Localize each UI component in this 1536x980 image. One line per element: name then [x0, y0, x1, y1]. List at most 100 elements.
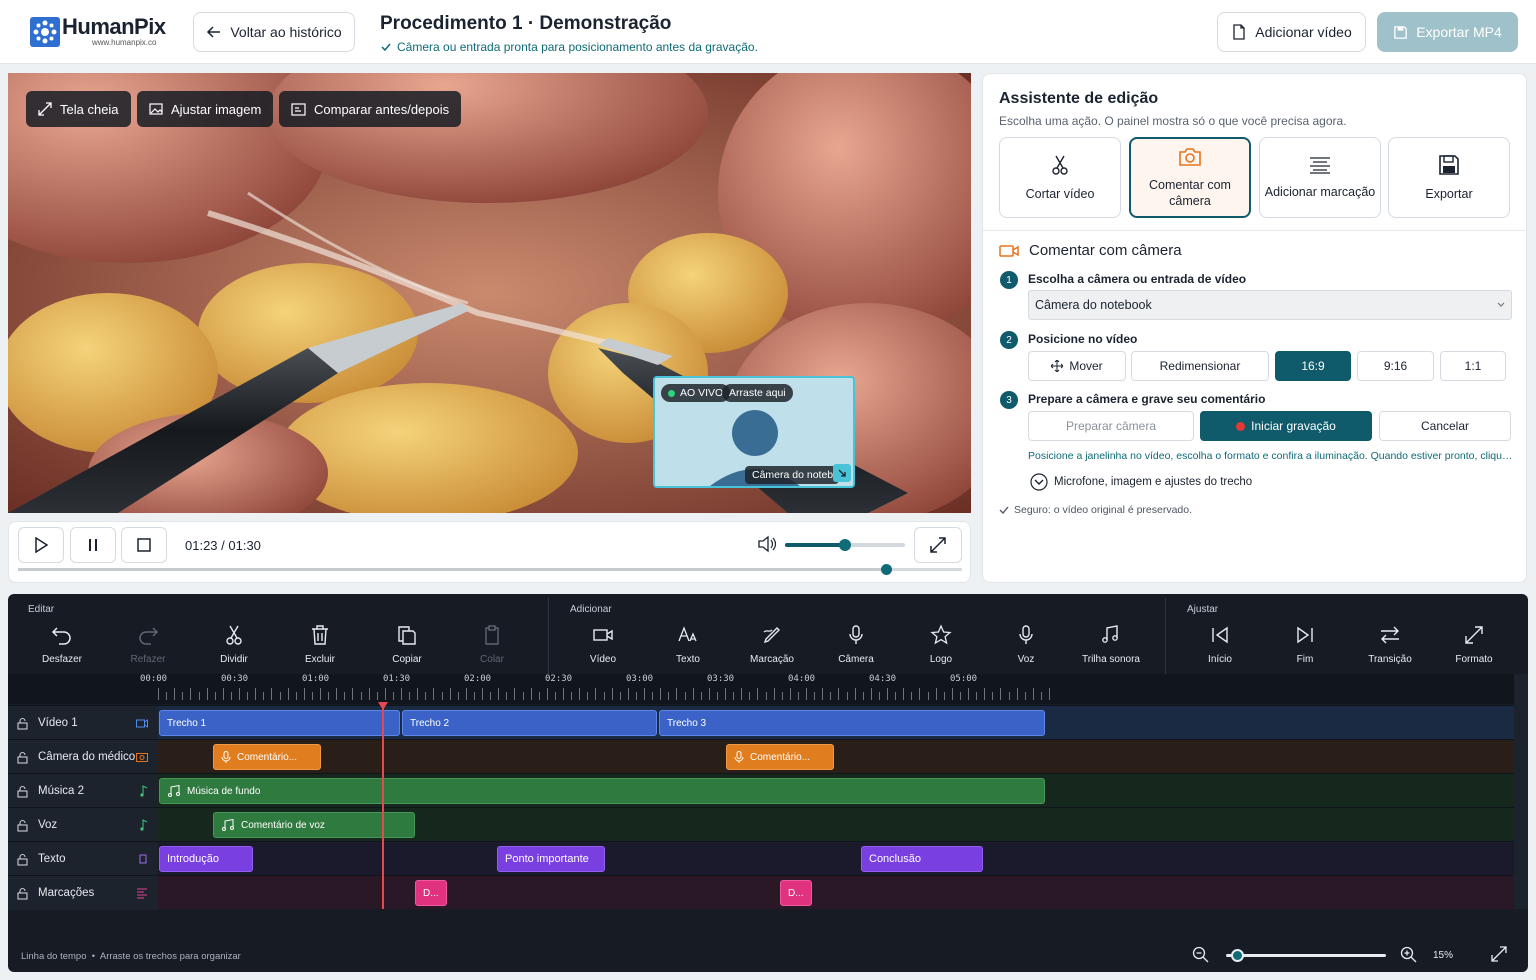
card-export[interactable]: Exportar — [1388, 137, 1510, 218]
play-button[interactable] — [18, 527, 64, 563]
volume-fill — [785, 543, 845, 547]
lock-icon[interactable] — [17, 819, 28, 832]
undo-button[interactable]: Desfazer — [27, 624, 97, 665]
playhead[interactable] — [382, 705, 384, 909]
add-text-tool[interactable]: Texto — [653, 624, 723, 665]
timeline-scrollbar[interactable] — [1514, 674, 1528, 909]
progress-knob[interactable] — [881, 564, 893, 575]
clip-text[interactable]: Introdução — [159, 846, 253, 872]
clip-label: Conclusão — [869, 853, 921, 865]
go-end-tool[interactable]: Fim — [1270, 624, 1340, 665]
stop-button[interactable] — [121, 527, 167, 563]
ruler-tick — [725, 688, 726, 700]
resize-button[interactable]: Redimensionar — [1131, 351, 1269, 381]
step-2-badge: 2 — [1000, 331, 1018, 349]
lock-icon[interactable] — [17, 887, 28, 900]
back-to-history-button[interactable]: Voltar ao histórico — [193, 12, 355, 52]
go-start-tool[interactable]: Início — [1185, 624, 1255, 665]
prepare-camera-button[interactable]: Preparar câmera — [1028, 411, 1194, 441]
card-comment-camera[interactable]: Comentar com câmera — [1129, 137, 1251, 218]
add-logo-tool[interactable]: Logo — [906, 624, 976, 665]
clip-music[interactable]: Música de fundo — [159, 778, 1045, 804]
go-start-tool-label: Início — [1208, 654, 1232, 665]
format-tool[interactable]: Formato — [1439, 624, 1509, 665]
transition-tool[interactable]: Transição — [1355, 624, 1425, 665]
clip-voice[interactable]: Comentário de voz — [213, 812, 415, 838]
ratio-16-9-button[interactable]: 16:9 — [1275, 351, 1351, 381]
zoom-in-icon[interactable] — [1400, 946, 1418, 964]
lock-icon[interactable] — [17, 751, 28, 764]
lock-icon[interactable] — [17, 785, 28, 798]
compare-button[interactable]: Comparar antes/depois — [279, 91, 462, 127]
paste-button[interactable]: Colar — [457, 624, 527, 665]
drag-handle[interactable]: Arraste aqui — [722, 384, 793, 402]
ruler-tick — [700, 692, 702, 700]
camera-pip-window[interactable]: AO VIVO Arraste aqui Câmera do notebook — [653, 376, 855, 488]
clip-video[interactable]: Trecho 2 — [402, 710, 657, 736]
add-video-button[interactable]: Adicionar vídeo — [1217, 12, 1366, 52]
clip-camera-comment[interactable]: Comentário... — [726, 744, 834, 770]
clip-label: Trecho 3 — [667, 717, 707, 729]
split-button[interactable]: Dividir — [199, 624, 269, 665]
progress-bar[interactable] — [18, 564, 962, 575]
timeline-panel: Editar Adicionar Ajustar Desfazer Refaze… — [8, 594, 1528, 972]
volume-icon[interactable] — [757, 535, 777, 553]
clipboard-icon — [485, 625, 499, 645]
video-preview[interactable]: Tela cheia Ajustar imagem Comparar antes… — [8, 73, 971, 513]
add-markup-tool[interactable]: Marcação — [737, 624, 807, 665]
lock-icon[interactable] — [17, 717, 28, 730]
ruler-tick — [239, 688, 240, 700]
ratio-1-1-button[interactable]: 1:1 — [1440, 351, 1506, 381]
check-icon — [999, 506, 1009, 514]
timeline-expand-icon[interactable] — [1491, 946, 1507, 962]
player-fullscreen-button[interactable] — [914, 527, 962, 563]
ruler-tick — [222, 688, 224, 700]
ruler-tick — [247, 692, 249, 700]
ruler-tick — [1008, 692, 1010, 700]
ruler-tick — [174, 688, 176, 700]
ruler-tick — [352, 688, 354, 700]
delete-label: Excluir — [304, 654, 335, 665]
zoom-knob[interactable] — [1231, 949, 1245, 962]
redo-button[interactable]: Refazer — [113, 624, 183, 665]
zoom-slider[interactable] — [1226, 949, 1386, 962]
clip-video[interactable]: Trecho 1 — [159, 710, 400, 736]
clip-video[interactable]: Trecho 3 — [659, 710, 1045, 736]
add-video-tool[interactable]: Vídeo — [568, 624, 638, 665]
add-voice-tool[interactable]: Voz — [991, 624, 1061, 665]
start-recording-button[interactable]: Iniciar gravação — [1200, 411, 1372, 441]
fullscreen-button[interactable]: Tela cheia — [26, 91, 131, 127]
list-lines-icon — [137, 888, 147, 898]
cancel-button[interactable]: Cancelar — [1379, 411, 1511, 441]
add-soundtrack-tool[interactable]: Trilha sonora — [1076, 624, 1146, 665]
delete-button[interactable]: Excluir — [285, 624, 355, 665]
lock-icon[interactable] — [17, 853, 28, 866]
resize-handle-icon[interactable] — [833, 464, 851, 482]
zoom-out-icon[interactable] — [1192, 946, 1210, 964]
ruler-tick — [692, 688, 694, 700]
ratio-9-16-button[interactable]: 9:16 — [1357, 351, 1434, 381]
divider — [983, 230, 1526, 231]
copy-button[interactable]: Copiar — [372, 624, 442, 665]
add-camera-tool[interactable]: Câmera — [821, 624, 891, 665]
clip-camera-comment[interactable]: Comentário... — [213, 744, 321, 770]
panel-subtitle: Escolha uma ação. O painel mostra só o q… — [999, 114, 1347, 128]
pause-button[interactable] — [70, 527, 116, 563]
skip-end-icon — [1297, 626, 1313, 644]
export-mp4-button[interactable]: Exportar MP4 — [1377, 12, 1518, 52]
copy-icon — [398, 626, 416, 645]
clip-text[interactable]: Conclusão — [861, 846, 983, 872]
clip-text[interactable]: Ponto importante — [497, 846, 605, 872]
move-button[interactable]: Mover — [1028, 351, 1126, 381]
camera-select[interactable]: Câmera do notebook — [1028, 290, 1512, 320]
ruler-tick — [676, 688, 678, 700]
clip-marker[interactable]: D... — [415, 880, 447, 906]
card-cut-video[interactable]: Cortar vídeo — [999, 137, 1121, 218]
clip-label: Música de fundo — [187, 785, 261, 797]
card-add-markup[interactable]: Adicionar marcação — [1259, 137, 1381, 218]
adjust-image-button[interactable]: Ajustar imagem — [137, 91, 274, 127]
volume-slider[interactable] — [785, 539, 905, 551]
clip-marker[interactable]: D... — [780, 880, 812, 906]
mic-settings-toggle[interactable]: Microfone, imagem e ajustes do trecho — [1030, 473, 1252, 491]
volume-knob[interactable] — [839, 539, 851, 551]
